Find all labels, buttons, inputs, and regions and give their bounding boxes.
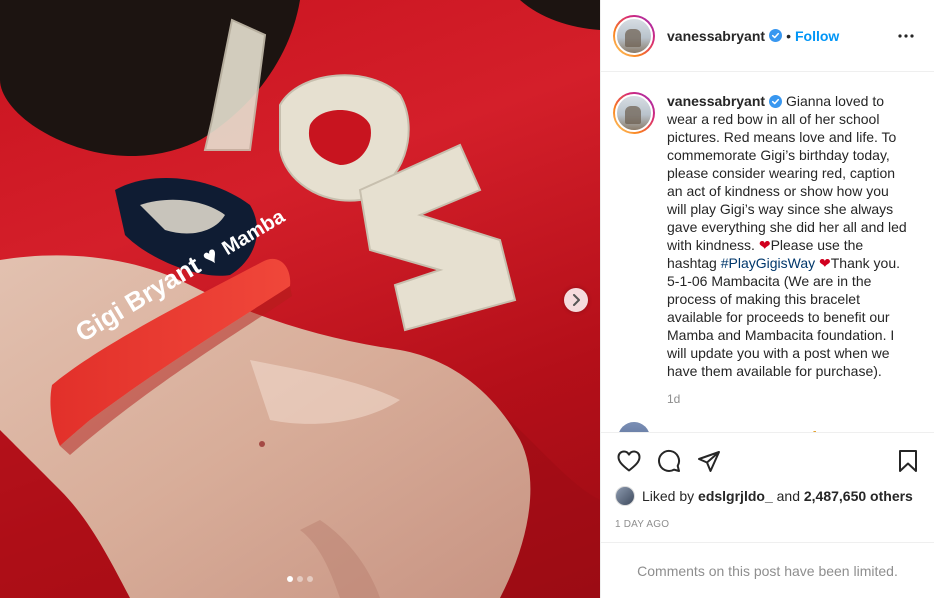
post-media[interactable]: Gigi Bryant ♥ Mamba bbox=[0, 0, 600, 598]
heart-icon bbox=[617, 450, 641, 472]
caption-body-1: Gianna loved to wear a red bow in all of… bbox=[667, 93, 907, 253]
likes-summary: Liked by edslgrjldo_ and 2,487,650 other… bbox=[615, 481, 920, 511]
post-header: vanessabryant • Follow bbox=[601, 0, 934, 72]
likes-prefix: Liked by bbox=[642, 488, 695, 504]
commenter-username[interactable]: vanessasandoval bbox=[667, 430, 783, 432]
comment-row: vanessasandoval 🙏 ❤ bbox=[613, 422, 918, 432]
instagram-post: Gigi Bryant ♥ Mamba vanessabryant • Foll… bbox=[0, 0, 934, 598]
bracelet-heart-icon: ♥ bbox=[197, 241, 224, 272]
caption-time-ago[interactable]: 1d bbox=[667, 392, 918, 406]
post-side-panel: vanessabryant • Follow vanessabryant Gia… bbox=[600, 0, 934, 598]
carousel-next-button[interactable] bbox=[564, 288, 588, 312]
red-heart-icon: ❤ bbox=[819, 255, 831, 271]
likes-and: and bbox=[776, 488, 800, 504]
carousel-dot bbox=[307, 576, 313, 582]
hashtag-link[interactable]: #PlayGigisWay bbox=[721, 255, 815, 271]
like-button[interactable] bbox=[609, 441, 649, 481]
more-options-button[interactable] bbox=[894, 24, 918, 48]
header-separator: • bbox=[786, 27, 791, 44]
carousel-indicator bbox=[0, 576, 600, 582]
comments-section: vanessabryant Gianna loved to wear a red… bbox=[601, 72, 934, 432]
comment-icon bbox=[658, 449, 681, 472]
author-avatar[interactable] bbox=[615, 16, 653, 55]
carousel-dot-active bbox=[287, 576, 293, 582]
follow-button[interactable]: Follow bbox=[795, 28, 839, 44]
red-heart-icon: ❤ bbox=[758, 237, 771, 253]
commenter-avatar[interactable] bbox=[618, 422, 650, 432]
post-photo bbox=[0, 0, 600, 598]
caption-comment: vanessabryant Gianna loved to wear a red… bbox=[613, 92, 918, 380]
caption-body-3: Thank you. 5-1-06 Mambacita (We are in t… bbox=[667, 255, 901, 379]
verified-badge-icon bbox=[790, 431, 796, 432]
action-icon-bar bbox=[615, 441, 920, 481]
caption-username[interactable]: vanessabryant bbox=[667, 93, 765, 109]
comment-emoji: 🙏 ❤ bbox=[806, 430, 839, 433]
caption-text: vanessabryant Gianna loved to wear a red… bbox=[667, 92, 907, 380]
share-button[interactable] bbox=[689, 441, 729, 481]
author-avatar-ring[interactable] bbox=[613, 14, 655, 57]
post-actions: Liked by edslgrjldo_ and 2,487,650 other… bbox=[601, 432, 934, 542]
bookmark-icon bbox=[899, 450, 917, 472]
chevron-right-icon bbox=[573, 294, 580, 306]
header-names: vanessabryant • Follow bbox=[667, 28, 894, 44]
carousel-dot bbox=[297, 576, 303, 582]
verified-badge-icon bbox=[769, 95, 783, 108]
verified-badge-icon bbox=[769, 29, 783, 42]
save-button[interactable] bbox=[888, 441, 928, 481]
caption-avatar-ring[interactable] bbox=[613, 92, 655, 134]
author-username[interactable]: vanessabryant bbox=[667, 28, 765, 44]
liker-avatar[interactable] bbox=[615, 486, 635, 506]
share-icon bbox=[698, 451, 720, 472]
caption-avatar[interactable] bbox=[615, 94, 653, 132]
more-options-icon bbox=[898, 33, 914, 38]
post-timestamp[interactable]: 1 DAY AGO bbox=[615, 519, 920, 530]
likes-count[interactable]: 2,487,650 others bbox=[804, 488, 913, 504]
comments-limited-notice: Comments on this post have been limited. bbox=[601, 542, 934, 598]
comment-button[interactable] bbox=[649, 441, 689, 481]
liker-username[interactable]: edslgrjldo_ bbox=[698, 488, 773, 504]
